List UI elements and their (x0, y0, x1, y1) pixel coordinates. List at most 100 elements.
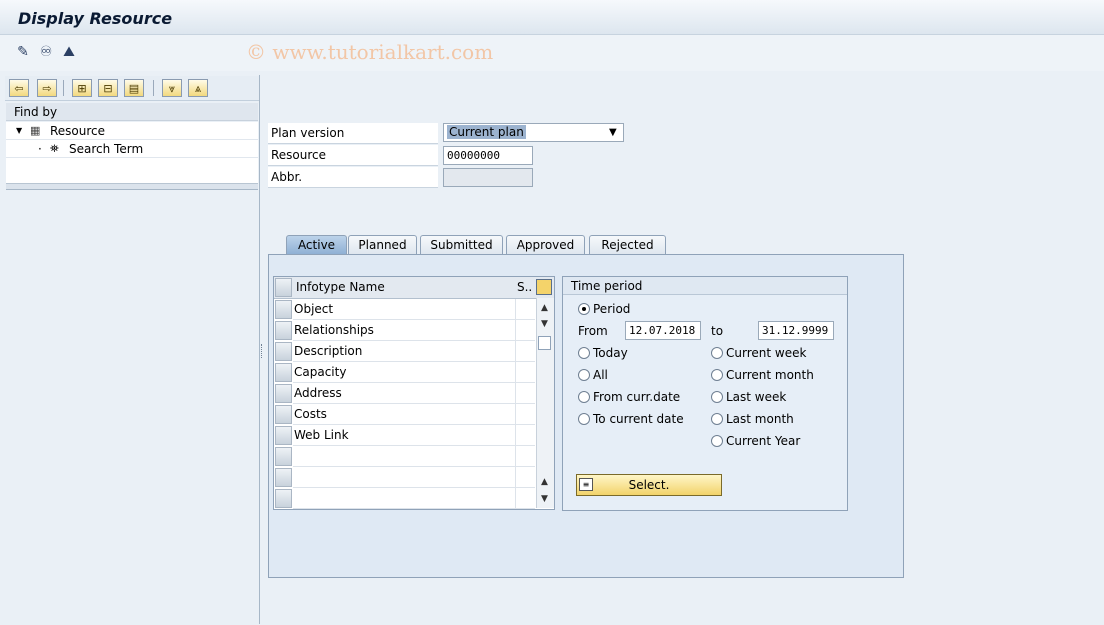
radio-current-month[interactable] (711, 369, 723, 381)
edit-pencil-icon[interactable]: ✎ (14, 43, 32, 61)
row-selector[interactable] (275, 405, 292, 424)
status-cell (515, 404, 535, 425)
tab-planned[interactable]: Planned (348, 235, 417, 254)
radio-label-period: Period (593, 302, 631, 316)
column-settings-icon[interactable] (536, 279, 552, 295)
chevron-down-icon[interactable]: ▼ (609, 127, 617, 138)
select-all-cell[interactable] (275, 278, 292, 297)
row-selector[interactable] (275, 300, 292, 319)
radio-last-week[interactable] (711, 391, 723, 403)
row-selector[interactable] (275, 447, 292, 466)
table-row[interactable]: Relationships (293, 320, 515, 341)
radio-current-week[interactable] (711, 347, 723, 359)
radio-label-current-month: Current month (726, 368, 814, 382)
column-header-infotype-name[interactable]: Infotype Name (296, 277, 385, 298)
scroll-up-icon[interactable]: ▲ (536, 475, 553, 489)
scroll-down-icon[interactable]: ▼ (536, 317, 553, 331)
status-cell (515, 425, 535, 446)
forward-arrow-icon[interactable]: ⇨ (37, 79, 57, 97)
radio-current-year[interactable] (711, 435, 723, 447)
plan-version-dropdown[interactable]: Current plan (443, 123, 624, 142)
expand-node-icon[interactable]: ⊞ (72, 79, 92, 97)
tab-approved[interactable]: Approved (506, 235, 585, 254)
collapse-node-icon[interactable]: ⊟ (98, 79, 118, 97)
expand-triangle-icon[interactable]: ▼ (16, 122, 22, 140)
row-selector[interactable] (275, 342, 292, 361)
row-selector[interactable] (275, 321, 292, 340)
abbr-field (443, 168, 533, 187)
table-row[interactable]: Description (293, 341, 515, 362)
from-date-input[interactable]: 12.07.2018 (625, 321, 701, 340)
find-by-header: Find by (6, 103, 258, 121)
plan-version-label: Plan version (268, 123, 438, 144)
status-cell (515, 446, 535, 467)
status-cell (515, 341, 535, 362)
tree-area (6, 158, 258, 183)
radio-today[interactable] (578, 347, 590, 359)
select-list-icon: ≡ (579, 478, 593, 491)
new-window-icon[interactable]: ▤ (124, 79, 144, 97)
scroll-up-icon[interactable]: ▲ (536, 301, 553, 315)
radio-last-month[interactable] (711, 413, 723, 425)
table-row[interactable]: Object (293, 299, 515, 320)
time-period-title: Time period (563, 277, 847, 295)
tab-rejected[interactable]: Rejected (589, 235, 666, 254)
radio-label-today: Today (593, 346, 628, 360)
scroll-down-icon[interactable]: ▼ (536, 492, 553, 506)
row-selector[interactable] (275, 384, 292, 403)
to-date-input[interactable]: 31.12.9999 (758, 321, 834, 340)
status-cell (515, 362, 535, 383)
status-cell (515, 467, 535, 488)
scroll-thumb[interactable] (538, 336, 551, 350)
vertical-splitter-handle[interactable] (261, 344, 265, 358)
page-title: Display Resource (18, 9, 173, 28)
toolbar-separator (153, 80, 154, 96)
toolbar-separator (63, 80, 64, 96)
row-selector[interactable] (275, 468, 292, 487)
collapse-up-icon[interactable]: ⩓ (188, 79, 208, 97)
table-row-empty (293, 467, 515, 488)
radio-to-current-date[interactable] (578, 413, 590, 425)
radio-label-all: All (593, 368, 608, 382)
status-cell (515, 299, 535, 320)
table-row-empty (293, 446, 515, 467)
table-row-empty (293, 488, 515, 509)
expand-down-icon[interactable]: ⩔ (162, 79, 182, 97)
abbr-label: Abbr. (268, 167, 438, 188)
person-overview-icon[interactable]: ⛰ (60, 43, 78, 61)
radio-from-curr-date[interactable] (578, 391, 590, 403)
binoculars-icon: ⛯ (50, 142, 59, 155)
status-cell (515, 320, 535, 341)
application-toolbar (0, 35, 1104, 71)
from-label: From (578, 324, 608, 338)
back-arrow-icon[interactable]: ⇦ (9, 79, 29, 97)
change-glasses-icon[interactable]: ♾ (37, 43, 55, 61)
navigation-lower-area (6, 189, 258, 625)
resource-input[interactable]: 00000000 (443, 146, 533, 165)
radio-label-last-month: Last month (726, 412, 794, 426)
table-row[interactable]: Web Link (293, 425, 515, 446)
radio-period[interactable] (578, 303, 590, 315)
table-row[interactable]: Address (293, 383, 515, 404)
tab-active[interactable]: Active (286, 235, 347, 254)
select-button[interactable]: Select. (576, 474, 722, 496)
plan-version-value: Current plan (447, 125, 526, 139)
resource-label: Resource (268, 145, 438, 166)
column-header-status[interactable]: S.. (517, 277, 532, 298)
radio-label-current-year: Current Year (726, 434, 801, 448)
tree-item-resource[interactable]: ▼ ▦ Resource (6, 122, 258, 140)
tree-label-resource: Resource (50, 124, 106, 138)
status-cell (515, 383, 535, 404)
row-selector[interactable] (275, 363, 292, 382)
row-selector[interactable] (275, 489, 292, 508)
radio-label-last-week: Last week (726, 390, 787, 404)
to-label: to (711, 324, 724, 338)
table-row[interactable]: Costs (293, 404, 515, 425)
tree-item-search-term[interactable]: · ⛯ Search Term (6, 140, 258, 158)
tab-submitted[interactable]: Submitted (420, 235, 503, 254)
bullet-icon: · (38, 142, 42, 156)
table-row[interactable]: Capacity (293, 362, 515, 383)
row-selector[interactable] (275, 426, 292, 445)
radio-all[interactable] (578, 369, 590, 381)
tree-label-search-term: Search Term (69, 142, 144, 156)
